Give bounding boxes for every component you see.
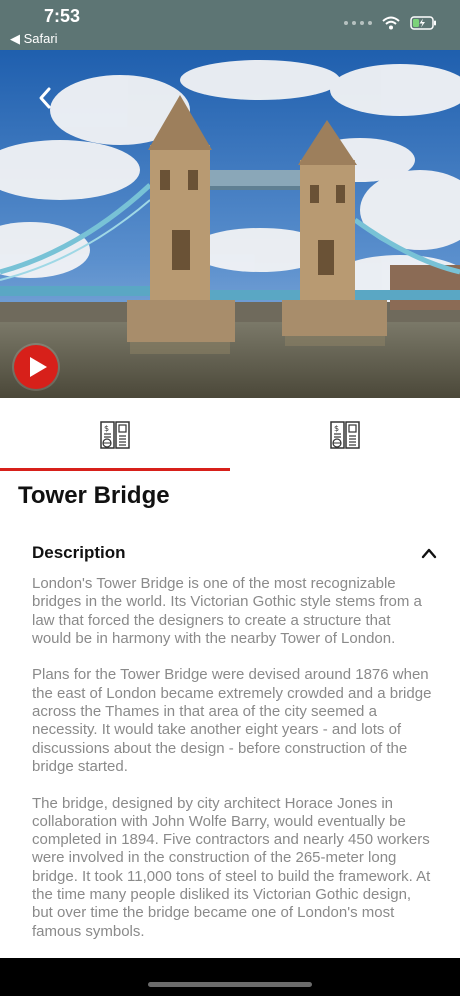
tab-info[interactable]: $ (230, 398, 460, 472)
wifi-icon (382, 16, 400, 30)
content-tabs: $ $ (0, 398, 460, 472)
page-title: Tower Bridge (18, 482, 170, 509)
status-icons (344, 16, 438, 30)
active-tab-indicator (0, 468, 230, 471)
play-audio-button[interactable] (14, 345, 58, 389)
description-header[interactable]: Description (32, 543, 126, 563)
tab-description[interactable]: $ (0, 398, 230, 472)
chevron-up-icon[interactable] (421, 547, 437, 559)
battery-charging-icon (410, 16, 436, 30)
bottom-bar (0, 958, 460, 996)
chevron-left-icon[interactable] (34, 86, 58, 110)
back-to-safari-link[interactable]: ◀ Safari (10, 31, 58, 47)
document-money-globe-icon: $ (100, 421, 130, 449)
svg-text:$: $ (334, 424, 339, 433)
play-icon (30, 357, 47, 377)
description-body: London's Tower Bridge is one of the most… (32, 575, 432, 959)
svg-text:$: $ (104, 424, 109, 433)
tower-bridge-photo (0, 50, 460, 398)
hero-image (0, 50, 460, 398)
status-time: 7:53 (44, 6, 81, 26)
home-indicator[interactable] (148, 982, 312, 987)
signal-icon (344, 21, 372, 25)
status-bar: 7:53 ◀ Safari (0, 0, 460, 50)
description-paragraph: London's Tower Bridge is one of the most… (32, 575, 422, 647)
document-money-globe-icon: $ (330, 421, 360, 449)
description-paragraph: Plans for the Tower Bridge were devised … (32, 666, 432, 775)
description-paragraph: The bridge, designed by city architect H… (32, 794, 431, 940)
